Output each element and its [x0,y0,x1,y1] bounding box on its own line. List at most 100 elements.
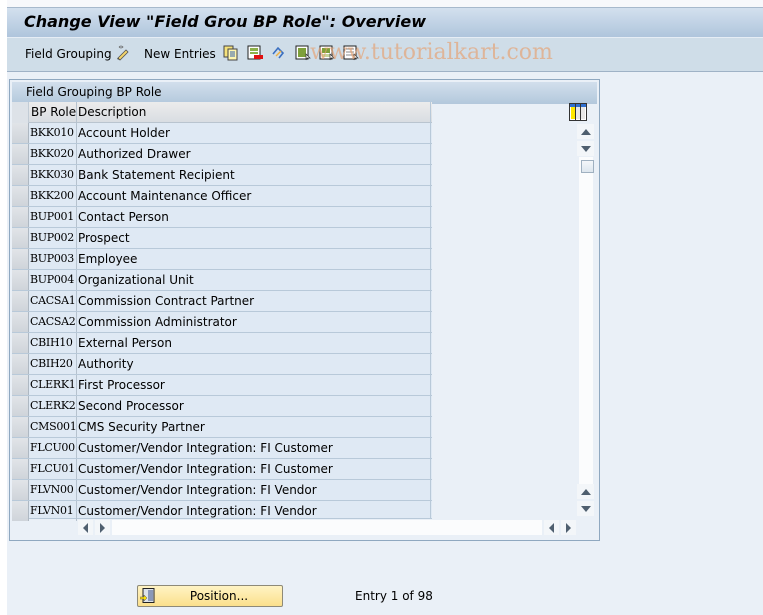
column-separator [76,102,77,123]
table-row[interactable]: BUP003 Employee [12,249,432,270]
table-row[interactable]: FLCU01 Customer/Vendor Integration: FI Cu… [12,459,432,480]
table-row[interactable]: CBIH20 Authority [12,354,432,375]
select-block-icon[interactable] [319,45,335,61]
undo-change-icon[interactable] [271,45,287,61]
scroll-up-button[interactable] [577,484,594,499]
bp-role-cell: CBIH10 [30,336,73,349]
arrow-up-icon [580,488,591,495]
delete-icon[interactable] [247,45,263,61]
table-row[interactable]: CMS001 CMS Security Partner [12,417,432,438]
column-header-description[interactable]: Description [78,105,146,119]
panel-title: Field Grouping BP Role [26,85,162,99]
description-cell: Second Processor [78,399,184,413]
row-selector[interactable] [12,207,29,227]
table-row[interactable]: BKK200 Account Maintenance Officer [12,186,432,207]
column-separator [76,228,77,248]
row-selector[interactable] [12,123,29,143]
vertical-scroll-track[interactable] [579,157,593,487]
scroll-left-button-right[interactable] [544,520,559,535]
table-row[interactable]: BKK010 Account Holder [12,123,432,144]
row-selector[interactable] [12,396,29,416]
row-selector[interactable] [12,165,29,185]
row-selector[interactable] [12,249,29,269]
column-header-bp-role[interactable]: BP Role [31,105,76,119]
bp-role-cell: BKK030 [30,168,74,181]
bp-role-cell: CACSA2 [30,315,76,328]
column-separator [76,312,77,332]
table-row[interactable]: FLVN01 Customer/Vendor Integration: FI Ve… [12,501,432,521]
horizontal-scroll-track[interactable] [112,520,542,535]
column-separator [76,501,77,521]
page-title: Change View "Field Grou BP Role": Overvi… [24,12,427,31]
bp-role-cell: CLERK2 [30,399,76,412]
row-selector[interactable] [12,417,29,437]
deselect-all-icon[interactable] [343,45,359,61]
column-separator [76,144,77,164]
row-selector[interactable] [12,375,29,395]
table-row[interactable]: FLVN00 Customer/Vendor Integration: FI Ve… [12,480,432,501]
field-grouping-button[interactable]: Field Grouping [25,47,112,61]
row-selector[interactable] [12,186,29,206]
column-separator [76,354,77,374]
new-entries-button[interactable]: New Entries [144,47,216,61]
description-cell: Customer/Vendor Integration: FI Vendor [78,483,317,497]
column-separator [76,375,77,395]
column-separator [76,207,77,227]
row-selector[interactable] [12,501,29,521]
table-row[interactable]: BUP002 Prospect [12,228,432,249]
column-separator [76,480,77,500]
description-cell: Customer/Vendor Integration: FI Vendor [78,504,317,518]
row-selector[interactable] [12,312,29,332]
description-cell: Commission Contract Partner [78,294,255,308]
row-selector[interactable] [12,333,29,353]
description-cell: Employee [78,252,138,266]
scroll-down-button[interactable] [577,501,594,516]
bp-role-cell: BUP004 [30,273,74,286]
bp-role-cell: BUP003 [30,252,74,265]
table-row[interactable]: FLCU00 Customer/Vendor Integration: FI Cu… [12,438,432,459]
scroll-right-button-right[interactable] [561,520,576,535]
position-button[interactable]: Position... [137,585,283,607]
scroll-right-button[interactable] [95,520,110,535]
table-row[interactable]: CBIH10 External Person [12,333,432,354]
table-row[interactable]: CLERK1 First Processor [12,375,432,396]
table-row[interactable]: CACSA1 Commission Contract Partner [12,291,432,312]
vertical-scroll-thumb[interactable] [581,160,594,173]
arrow-down-icon [580,505,591,512]
scroll-up-page-button[interactable] [577,124,594,139]
bp-role-cell: BUP002 [30,231,74,244]
copy-icon[interactable] [223,45,239,61]
scroll-left-button[interactable] [78,520,93,535]
description-cell: External Person [78,336,172,350]
column-config-icon[interactable] [569,103,587,121]
description-cell: Bank Statement Recipient [78,168,235,182]
row-selector[interactable] [12,459,29,479]
column-separator [76,249,77,269]
table-row[interactable]: CACSA2 Commission Administrator [12,312,432,333]
table-row[interactable]: BUP004 Organizational Unit [12,270,432,291]
description-cell: Contact Person [78,210,169,224]
row-selector[interactable] [12,144,29,164]
table-row[interactable]: BKK020 Authorized Drawer [12,144,432,165]
horizontal-scrollbar-left[interactable] [76,519,548,536]
select-all-rows-button[interactable] [12,102,29,123]
scroll-down-page-button[interactable] [577,141,594,156]
top-strip [0,0,763,7]
table-row[interactable]: CLERK2 Second Processor [12,396,432,417]
description-cell: Customer/Vendor Integration: FI Customer [78,441,333,455]
table-row[interactable]: BKK030 Bank Statement Recipient [12,165,432,186]
row-selector[interactable] [12,438,29,458]
row-selector[interactable] [12,480,29,500]
arrow-down-icon [580,145,591,152]
display-change-icon[interactable] [115,45,131,61]
table-row[interactable]: BUP001 Contact Person [12,207,432,228]
row-selector[interactable] [12,270,29,290]
row-selector[interactable] [12,354,29,374]
bp-role-cell: FLCU00 [30,441,75,454]
bp-role-cell: CLERK1 [30,378,76,391]
vertical-scrollbar[interactable] [577,124,596,518]
row-selector[interactable] [12,228,29,248]
select-all-icon[interactable] [295,45,311,61]
bp-role-cell: FLCU01 [30,462,75,475]
row-selector[interactable] [12,291,29,311]
